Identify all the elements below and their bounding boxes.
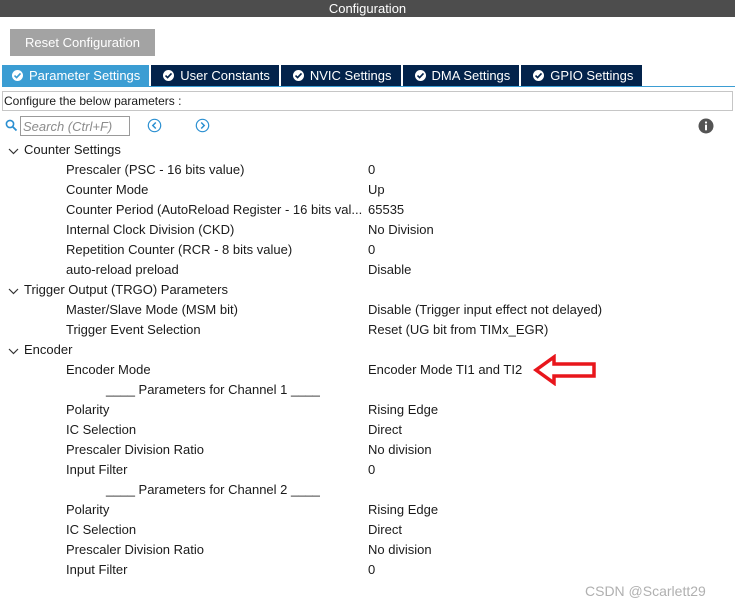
tab-label: User Constants xyxy=(180,68,270,83)
check-circle-icon xyxy=(163,70,175,81)
value-ch2-ic-selection[interactable]: Direct xyxy=(368,520,402,540)
param-ch1-polarity[interactable]: Polarity xyxy=(66,400,109,420)
chevron-down-icon xyxy=(8,141,20,161)
channel-2-header: ____ Parameters for Channel 2 ____ xyxy=(106,482,320,497)
param-ch1-prescaler-ratio[interactable]: Prescaler Division Ratio xyxy=(66,440,204,460)
check-circle-icon xyxy=(533,70,545,81)
next-arrow-icon[interactable] xyxy=(195,118,210,136)
check-circle-icon xyxy=(12,70,23,81)
value-trigger-event-selection[interactable]: Reset (UG bit from TIMx_EGR) xyxy=(368,320,548,340)
param-master-slave-mode[interactable]: Master/Slave Mode (MSM bit) xyxy=(66,300,238,320)
group-title: Encoder xyxy=(24,342,73,357)
previous-arrow-icon[interactable] xyxy=(147,118,162,136)
tab-parameter-settings[interactable]: Parameter Settings xyxy=(2,65,150,86)
value-ch1-prescaler-ratio[interactable]: No division xyxy=(368,440,432,460)
value-counter-mode[interactable]: Up xyxy=(368,180,385,200)
tab-user-constants[interactable]: User Constants xyxy=(151,65,279,86)
tab-label: GPIO Settings xyxy=(550,68,634,83)
param-prescaler[interactable]: Prescaler (PSC - 16 bits value) xyxy=(66,160,244,180)
param-clock-division[interactable]: Internal Clock Division (CKD) xyxy=(66,220,234,240)
group-trigger-output[interactable]: Trigger Output (TRGO) Parameters xyxy=(8,280,228,300)
value-ch2-input-filter[interactable]: 0 xyxy=(368,560,375,580)
param-repetition-counter[interactable]: Repetition Counter (RCR - 8 bits value) xyxy=(66,240,292,260)
value-auto-reload-preload[interactable]: Disable xyxy=(368,260,411,280)
tab-gpio-settings[interactable]: GPIO Settings xyxy=(521,65,643,86)
value-counter-period[interactable]: 65535 xyxy=(368,200,404,220)
tab-nvic-settings[interactable]: NVIC Settings xyxy=(280,65,401,86)
param-auto-reload-preload[interactable]: auto-reload preload xyxy=(66,260,179,280)
param-counter-period[interactable]: Counter Period (AutoReload Register - 16… xyxy=(66,200,362,220)
param-ch2-ic-selection[interactable]: IC Selection xyxy=(66,520,136,540)
param-counter-mode[interactable]: Counter Mode xyxy=(66,180,148,200)
chevron-down-icon xyxy=(8,341,20,361)
group-encoder[interactable]: Encoder xyxy=(8,340,72,360)
param-ch2-prescaler-ratio[interactable]: Prescaler Division Ratio xyxy=(66,540,204,560)
value-ch1-polarity[interactable]: Rising Edge xyxy=(368,400,438,420)
param-ch1-input-filter[interactable]: Input Filter xyxy=(66,460,127,480)
tab-label: NVIC Settings xyxy=(309,68,392,83)
value-ch2-polarity[interactable]: Rising Edge xyxy=(368,500,438,520)
value-ch1-ic-selection[interactable]: Direct xyxy=(368,420,402,440)
tab-label: DMA Settings xyxy=(431,68,511,83)
chevron-down-icon xyxy=(8,281,20,301)
param-ch2-polarity[interactable]: Polarity xyxy=(66,500,109,520)
tab-label: Parameter Settings xyxy=(29,68,141,83)
window-title: Configuration xyxy=(0,0,735,17)
param-ch1-ic-selection[interactable]: IC Selection xyxy=(66,420,136,440)
tab-dma-settings[interactable]: DMA Settings xyxy=(402,65,520,86)
info-icon[interactable] xyxy=(698,118,714,137)
check-circle-icon xyxy=(414,70,426,81)
value-prescaler[interactable]: 0 xyxy=(368,160,375,180)
group-title: Trigger Output (TRGO) Parameters xyxy=(24,282,228,297)
search-icon xyxy=(5,119,18,135)
value-repetition-counter[interactable]: 0 xyxy=(368,240,375,260)
group-title: Counter Settings xyxy=(24,142,121,157)
tab-bar: Parameter Settings User Constants NVIC S… xyxy=(2,65,644,86)
left-arrow-annotation-icon xyxy=(533,353,597,389)
reset-configuration-button[interactable]: Reset Configuration xyxy=(10,29,155,56)
value-master-slave-mode[interactable]: Disable (Trigger input effect not delaye… xyxy=(368,300,602,320)
group-counter-settings[interactable]: Counter Settings xyxy=(8,140,121,160)
tab-underline xyxy=(2,86,735,87)
configure-description: Configure the below parameters : xyxy=(2,91,733,111)
param-ch2-input-filter[interactable]: Input Filter xyxy=(66,560,127,580)
value-clock-division[interactable]: No Division xyxy=(368,220,434,240)
check-circle-icon xyxy=(292,70,304,81)
search-input[interactable] xyxy=(20,116,130,136)
param-trigger-event-selection[interactable]: Trigger Event Selection xyxy=(66,320,201,340)
value-ch2-prescaler-ratio[interactable]: No division xyxy=(368,540,432,560)
value-ch1-input-filter[interactable]: 0 xyxy=(368,460,375,480)
watermark: CSDN @Scarlett29 xyxy=(585,583,706,599)
value-encoder-mode[interactable]: Encoder Mode TI1 and TI2 xyxy=(368,360,522,380)
param-encoder-mode[interactable]: Encoder Mode xyxy=(66,360,151,380)
channel-1-header: ____ Parameters for Channel 1 ____ xyxy=(106,382,320,397)
